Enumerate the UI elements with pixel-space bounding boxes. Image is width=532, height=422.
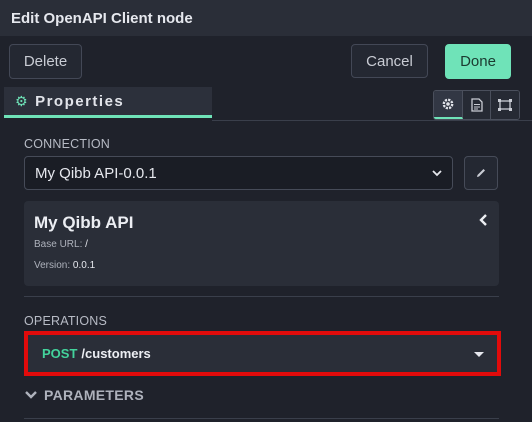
tab-properties-label: Properties	[35, 92, 125, 110]
version-label: Version:	[34, 260, 71, 271]
pencil-icon	[477, 169, 485, 177]
operations-label: OPERATIONS	[24, 314, 108, 328]
api-version: Version: 0.0.1	[34, 260, 95, 271]
connection-selected-value: My Qibb API-0.0.1	[35, 164, 157, 182]
document-icon	[470, 98, 483, 112]
version-value: 0.0.1	[72, 260, 96, 271]
delete-button[interactable]: Delete	[9, 44, 82, 79]
connection-label: CONNECTION	[24, 137, 111, 151]
view-icon-tabs	[433, 90, 520, 120]
gear-icon: ⚙	[15, 92, 30, 109]
api-base-url: Base URL: /	[34, 239, 88, 250]
dialog-header: Edit OpenAPI Client node	[0, 0, 532, 36]
frame-icon	[498, 99, 513, 111]
chevron-down-icon	[432, 170, 442, 177]
parameters-label: PARAMETERS	[44, 387, 144, 403]
operation-select[interactable]: POST /customers	[24, 331, 501, 376]
connection-select[interactable]: My Qibb API-0.0.1	[24, 156, 453, 190]
edit-connection-button[interactable]	[464, 156, 498, 190]
chevron-left-icon[interactable]	[477, 213, 489, 227]
tab-bar-divider	[212, 120, 532, 121]
base-url-label: Base URL:	[34, 239, 83, 250]
tab-description[interactable]	[462, 91, 492, 119]
tab-settings[interactable]	[434, 91, 463, 119]
tab-bar: ⚙ Properties	[0, 87, 532, 121]
operation-method: POST	[42, 346, 78, 361]
chevron-down-icon	[25, 391, 37, 399]
base-url-value: /	[85, 239, 88, 250]
api-title: My Qibb API	[34, 213, 134, 232]
caret-down-icon	[474, 352, 484, 357]
section-divider	[24, 296, 499, 297]
tab-appearance[interactable]	[491, 91, 519, 119]
api-info-card: My Qibb API Base URL: / Version: 0.0.1	[24, 201, 499, 286]
section-divider	[24, 418, 499, 419]
tab-properties[interactable]: ⚙ Properties	[4, 87, 212, 118]
parameters-toggle[interactable]: PARAMETERS	[24, 387, 144, 403]
dialog-title: Edit OpenAPI Client node	[11, 9, 193, 27]
operation-path: /customers	[81, 346, 151, 361]
cancel-button[interactable]: Cancel	[351, 44, 428, 78]
gear-icon	[442, 98, 454, 110]
done-button[interactable]: Done	[445, 44, 511, 79]
